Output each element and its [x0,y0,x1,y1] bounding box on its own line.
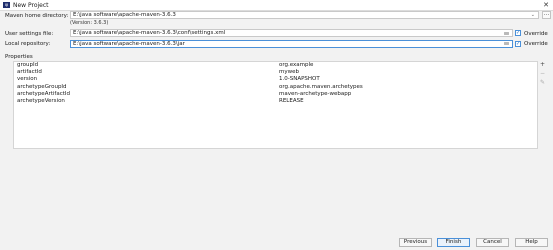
property-key: archetypeVersion [17,97,65,104]
chevron-down-icon: ⌄ [530,12,535,18]
maven-version-note: (Version: 3.6.3) [70,20,109,26]
finish-button[interactable]: Finish [437,238,470,247]
remove-icon[interactable]: − [540,70,545,77]
property-key: artifactId [17,69,42,76]
window-title: New Project [13,1,49,9]
intellij-icon: IJ [3,2,10,8]
table-row[interactable]: groupId org.example [14,62,537,69]
local-repo-field[interactable]: E:\java software\apache-maven-3.6.3\jar [70,39,513,48]
edit-icon[interactable]: ✎ [540,79,545,86]
user-settings-label: User settings file: [5,30,54,37]
properties-table: groupId org.example artifactId myweb ver… [13,61,538,149]
close-icon[interactable]: ✕ [543,1,549,9]
property-key: archetypeGroupId [17,83,67,90]
folder-icon[interactable] [504,31,509,35]
local-repo-value: E:\java software\apache-maven-3.6.3\jar [73,40,185,47]
add-icon[interactable]: + [540,61,545,68]
property-key: groupId [17,62,39,68]
property-value[interactable]: 1.0-SNAPSHOT [279,76,320,83]
table-row[interactable]: archetypeArtifactId maven-archetype-weba… [14,91,537,98]
help-button[interactable]: Help [515,238,548,247]
table-row[interactable]: archetypeVersion RELEASE [14,98,537,105]
local-repo-override-checkbox[interactable]: ✓ [515,40,521,47]
maven-home-label: Maven home directory: [5,12,69,19]
property-value[interactable]: org.example [279,62,313,69]
maven-home-select[interactable]: E:\java software\apache-maven-3.6.3 ⌄ [70,11,539,19]
user-settings-override-label: Override [524,30,548,37]
user-settings-field[interactable]: E:\java software\apache-maven-3.6.3\conf… [70,29,513,37]
user-settings-override-checkbox[interactable]: ✓ [515,30,521,36]
local-repo-override-label: Override [524,41,548,47]
title-bar: IJ New Project ✕ [0,0,553,11]
property-value[interactable]: myweb [279,69,299,76]
property-key: version [17,76,38,83]
cancel-button[interactable]: Cancel [476,238,509,247]
user-settings-value: E:\java software\apache-maven-3.6.3\conf… [73,30,226,36]
property-value[interactable]: maven-archetype-webapp [279,91,351,98]
table-row[interactable]: artifactId myweb [14,69,537,76]
maven-home-value: E:\java software\apache-maven-3.6.3 [73,12,176,18]
local-repo-label: Local repository: [5,41,51,47]
table-row[interactable]: version 1.0-SNAPSHOT [14,76,537,83]
property-value[interactable]: RELEASE [279,98,304,105]
property-value[interactable]: org.apache.maven.archetypes [279,84,363,91]
table-row[interactable]: archetypeGroupId org.apache.maven.archet… [14,84,537,91]
browse-maven-home-button[interactable]: ... [542,11,551,19]
folder-icon[interactable] [504,42,509,45]
previous-button[interactable]: Previous [399,238,432,247]
property-key: archetypeArtifactId [17,90,70,97]
properties-title: Properties [5,54,33,60]
